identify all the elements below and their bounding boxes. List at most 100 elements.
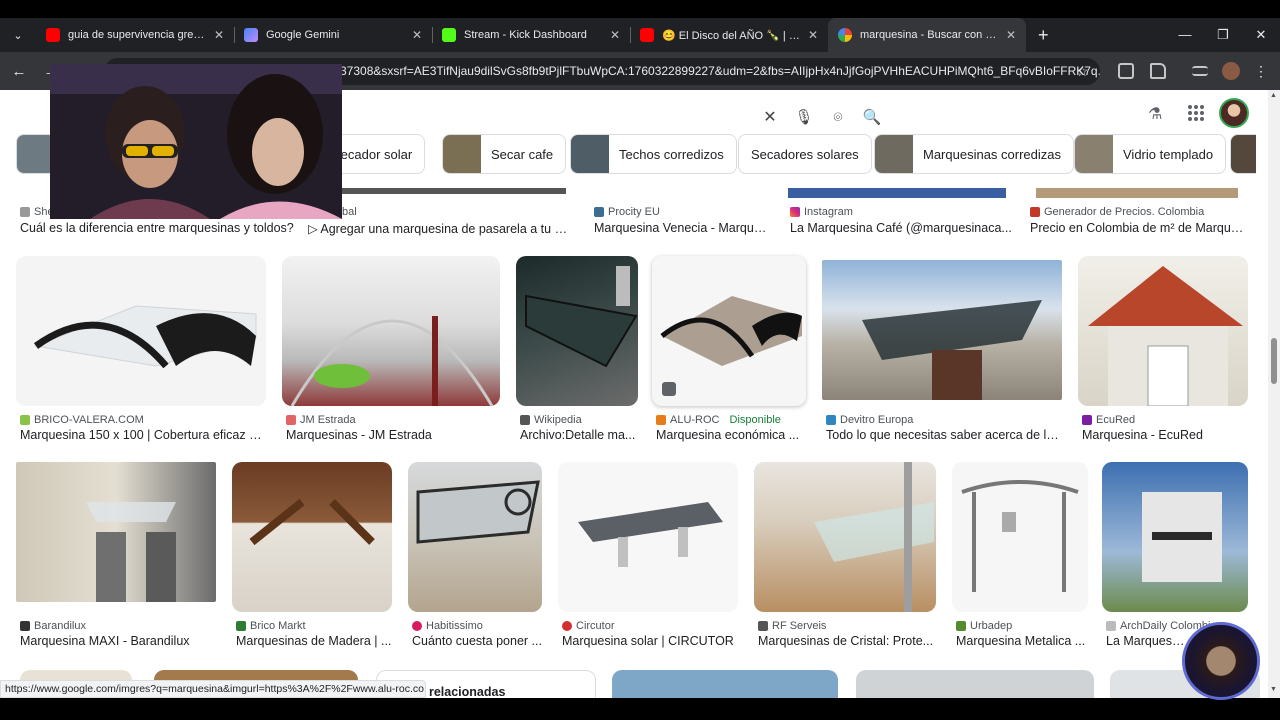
source-name: Circutor	[576, 620, 615, 632]
close-icon[interactable]: ✕	[1006, 28, 1016, 42]
webcam-people-image	[50, 64, 342, 219]
bottom-letterbox	[0, 698, 1280, 720]
tab-search-icon[interactable]: ⌄	[8, 25, 28, 45]
reading-list-icon[interactable]	[1192, 66, 1208, 76]
chip-marquesinas-corredizas[interactable]: Marquesinas corredizas	[874, 134, 1075, 174]
result-card[interactable]: Procity EU Marquesina Venecia - Marque..…	[590, 202, 770, 242]
close-icon[interactable]: ✕	[214, 28, 224, 42]
chip-hidden-end[interactable]	[1230, 134, 1256, 174]
tab-4[interactable]: marquesina - Buscar con Googl ✕	[828, 18, 1026, 52]
account-avatar[interactable]	[1219, 98, 1249, 128]
result-card[interactable]: JM Estrada Marquesinas - JM Estrada	[282, 256, 502, 446]
close-window-icon[interactable]: ✕	[1242, 18, 1280, 52]
result-title: Todo lo que necesitas saber acerca de la…	[826, 428, 1062, 442]
chip-secar-cafe[interactable]: Secar cafe	[442, 134, 567, 174]
source-icon	[236, 621, 246, 631]
chip-techos-corredizos[interactable]: Techos corredizos	[570, 134, 737, 174]
result-card[interactable]: Instagram La Marquesina Café (@marquesin…	[786, 202, 1012, 242]
tab-1[interactable]: Google Gemini ✕	[234, 18, 432, 52]
result-title: Marquesina 150 x 100 | Cobertura eficaz …	[20, 428, 264, 442]
result-card[interactable]: BRICO-VALERA.COM Marquesina 150 x 100 | …	[16, 256, 268, 446]
iron-canopy-drawing	[416, 480, 540, 544]
source-icon	[1030, 207, 1040, 217]
chip-secador-solar[interactable]: Secador solar	[332, 134, 426, 174]
tab-title: Stream - Kick Dashboard	[464, 29, 587, 41]
result-image	[16, 256, 266, 406]
cast-icon[interactable]	[1118, 63, 1134, 79]
star-icon	[286, 415, 296, 425]
tab-title: Google Gemini	[266, 29, 340, 41]
chip-thumbnail	[571, 135, 609, 173]
result-card[interactable]: Generador de Precios. Colombia Precio en…	[1026, 202, 1246, 242]
mic-icon[interactable]: 🎙	[794, 108, 814, 126]
minimize-icon[interactable]: —	[1166, 18, 1204, 52]
result-card[interactable]: Devitro Europa Todo lo que necesitas sab…	[822, 256, 1066, 446]
source-name: ALU-ROC	[670, 414, 720, 426]
solar-canopy-drawing	[578, 502, 723, 567]
lens-icon[interactable]: ⌾	[828, 109, 848, 126]
result-title: Marquesina MAXI - Barandilux	[20, 634, 190, 648]
close-icon[interactable]: ✕	[610, 28, 620, 42]
apps-grid-icon[interactable]	[1188, 105, 1204, 121]
tab-title: marquesina - Buscar con Googl	[860, 29, 998, 41]
close-icon[interactable]: ✕	[808, 28, 818, 42]
chip-thumbnail	[1075, 135, 1113, 173]
source-name: Procity EU	[608, 206, 660, 218]
source-name: bal	[342, 206, 357, 218]
result-image	[822, 260, 1062, 400]
labs-icon[interactable]: ⚗	[1148, 104, 1162, 124]
result-image	[1078, 256, 1248, 406]
source-icon	[956, 621, 966, 631]
status-bar: https://www.google.com/imgres?q=marquesi…	[0, 680, 426, 698]
close-icon[interactable]: ✕	[412, 28, 422, 42]
back-icon[interactable]: ←	[6, 63, 32, 80]
canopy-drawing	[862, 300, 1042, 400]
canopy-drawing	[660, 296, 802, 396]
restore-icon[interactable]: ❐	[1204, 18, 1242, 52]
greenhouse-drawing	[290, 316, 494, 406]
new-tab-button[interactable]: +	[1038, 25, 1049, 46]
tab-2[interactable]: Stream - Kick Dashboard ✕	[432, 18, 630, 52]
search-icon[interactable]: 🔍	[862, 108, 882, 126]
result-image	[1102, 462, 1248, 612]
google-icon	[838, 28, 852, 42]
result-image	[408, 462, 542, 612]
profile-avatar[interactable]	[1222, 62, 1240, 80]
clear-icon[interactable]: ✕	[760, 107, 780, 127]
tab-0[interactable]: guia de supervivencia green he ✕	[36, 18, 234, 52]
scroll-down-icon[interactable]: ▼	[1270, 686, 1277, 693]
result-card[interactable]: Circutor Marquesina solar | CIRCUTOR	[558, 462, 742, 652]
result-title: Marquesina solar | CIRCUTOR	[562, 634, 734, 648]
source-name: Brico Markt	[250, 620, 306, 632]
scrollbar[interactable]: ▲ ▼	[1268, 90, 1280, 698]
bookmark-star-icon[interactable]: ☆	[1076, 52, 1094, 90]
source-icon	[826, 415, 836, 425]
result-card[interactable]: ALU-ROC Disponible Marquesina económica .…	[652, 256, 810, 446]
chip-secadores-solares[interactable]: Secadores solares	[738, 134, 872, 174]
scroll-thumb[interactable]	[1271, 338, 1277, 384]
bus-shelter-drawing	[961, 480, 1079, 592]
result-card[interactable]: EcuRed Marquesina - EcuRed	[1078, 256, 1250, 446]
result-card[interactable]: RF Serveis Marquesinas de Cristal: Prote…	[754, 462, 938, 652]
chip-vidrio-templado[interactable]: Vidrio templado	[1074, 134, 1227, 174]
source-name: RF Serveis	[772, 620, 827, 632]
source-icon	[20, 207, 30, 217]
canopy-drawing	[33, 305, 257, 369]
tab-3[interactable]: 😊 El Disco del AÑO 🍾 | 🪄 C ✕	[630, 18, 828, 52]
wood-canopy-drawing	[249, 498, 375, 546]
result-card[interactable]: bal ▷ Agregar una marquesina de pasarela…	[304, 202, 574, 242]
source-name: Barandilux	[34, 620, 86, 632]
source-icon	[562, 621, 572, 631]
scroll-up-icon[interactable]: ▲	[1270, 92, 1277, 99]
building-drawing	[1142, 492, 1222, 582]
roof-drawing	[1088, 266, 1243, 406]
result-card[interactable]: Brico Markt Marquesinas de Madera | ...	[232, 462, 394, 652]
menu-icon[interactable]: ⋮	[1254, 52, 1268, 90]
chip-thumbnail	[443, 135, 481, 173]
result-card[interactable]: Urbadep Marquesina Metalica ...	[952, 462, 1090, 652]
result-card[interactable]: Wikipedia Archivo:Detalle ma...	[516, 256, 640, 446]
result-card[interactable]: Habitissimo Cuánto cuesta poner ...	[408, 462, 544, 652]
result-card[interactable]: Barandilux Marquesina MAXI - Barandilux	[16, 462, 218, 652]
extensions-icon[interactable]	[1150, 63, 1166, 79]
availability-badge: Disponible	[729, 414, 781, 426]
